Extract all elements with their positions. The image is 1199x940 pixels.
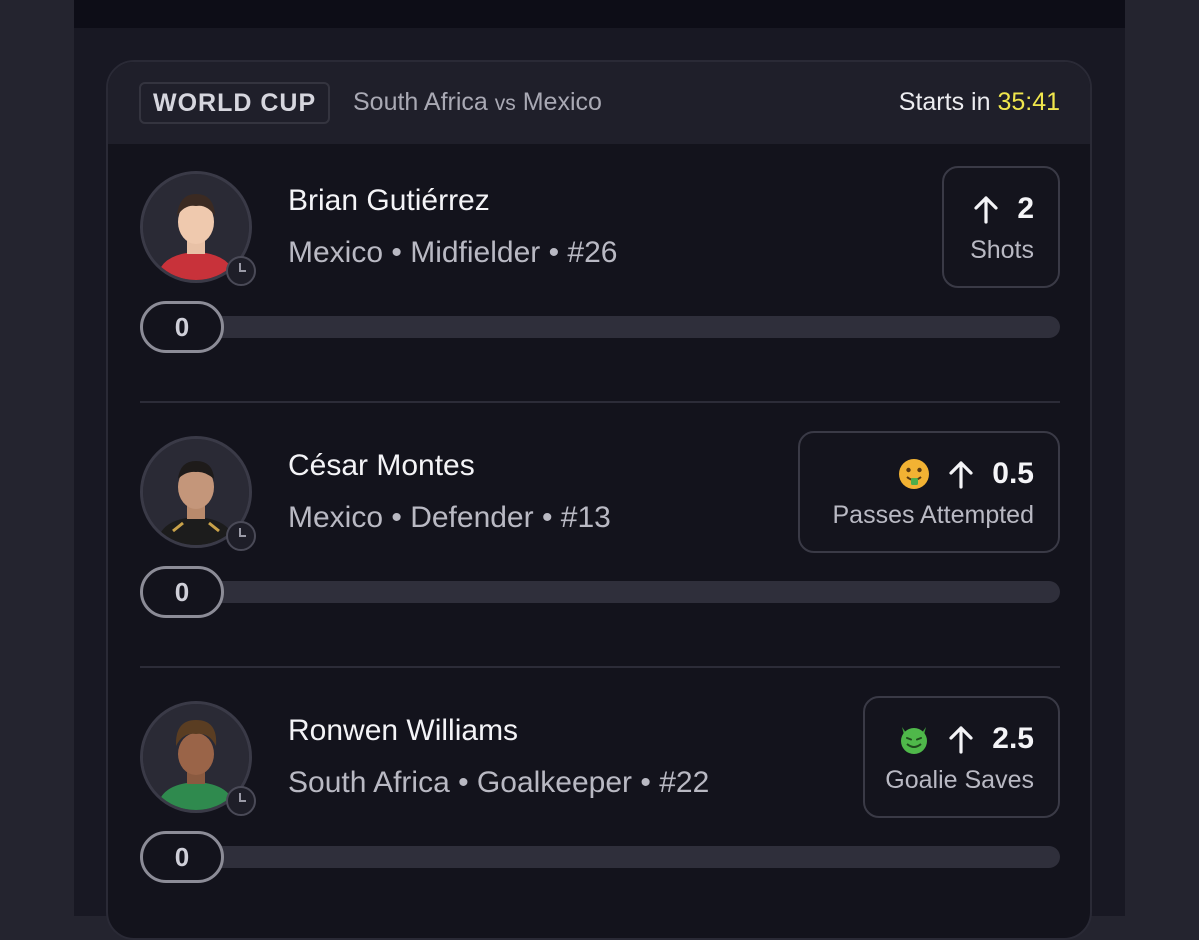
- away-team: Mexico: [522, 88, 602, 116]
- player-meta: Mexico • Midfielder • #26: [288, 236, 618, 269]
- player-row[interactable]: Ronwen Williams South Africa • Goalkeepe…: [140, 674, 1060, 938]
- clock-icon: [226, 786, 256, 816]
- stat-line: 2.5: [898, 722, 1034, 756]
- arrow-up-icon: [949, 461, 973, 489]
- player-meta: South Africa • Goalkeeper • #22: [288, 766, 710, 799]
- player-row[interactable]: Brian Gutiérrez Mexico • Midfielder • #2…: [140, 144, 1060, 409]
- smiling-devil-face-icon: [901, 727, 928, 754]
- starts-label: Starts in: [898, 88, 991, 116]
- stat-value: 2: [1017, 192, 1034, 225]
- progress-track: [180, 581, 1060, 603]
- player-row[interactable]: César Montes Mexico • Defender • #13 0.5: [140, 409, 1060, 674]
- stat-value: 0.5: [992, 457, 1034, 490]
- clock-icon: [226, 521, 256, 551]
- player-name: Brian Gutiérrez: [288, 184, 490, 217]
- stat-line: 0.5: [898, 457, 1034, 491]
- match-card: WORLD CUP South Africa vs Mexico Starts …: [106, 60, 1092, 940]
- stat-value: 2.5: [992, 722, 1034, 755]
- arrow-up-icon: [949, 726, 973, 754]
- stat-line-card[interactable]: 0.5 Passes Attempted: [798, 431, 1060, 553]
- stat-line-card[interactable]: 2 Shots: [942, 166, 1060, 288]
- clock-icon: [226, 256, 256, 286]
- stat-line: 2: [973, 192, 1034, 226]
- top-bar: [74, 0, 1125, 28]
- app-shell: WORLD CUP South Africa vs Mexico Starts …: [74, 0, 1125, 940]
- player-name: César Montes: [288, 449, 475, 482]
- player-meta: Mexico • Defender • #13: [288, 501, 611, 534]
- progress-track: [180, 316, 1060, 338]
- stat-line-card[interactable]: 2.5 Goalie Saves: [863, 696, 1060, 818]
- money-mouth-face-icon: [899, 459, 930, 489]
- stat-label: Shots: [970, 236, 1034, 264]
- arrow-up-icon: [974, 196, 998, 224]
- stat-count-pill: 0: [140, 301, 224, 353]
- stat-label: Passes Attempted: [832, 501, 1034, 529]
- stat-count-pill: 0: [140, 566, 224, 618]
- row-divider: [140, 666, 1060, 668]
- stat-label: Goalie Saves: [885, 766, 1034, 794]
- countdown-timer: 35:41: [997, 88, 1060, 116]
- match-title: South Africa vs Mexico: [353, 88, 602, 117]
- vs-label: vs: [494, 92, 516, 115]
- progress-track: [180, 846, 1060, 868]
- stat-count-pill: 0: [140, 831, 224, 883]
- start-countdown: Starts in 35:41: [899, 88, 1060, 117]
- league-badge: WORLD CUP: [139, 82, 331, 124]
- match-header: WORLD CUP South Africa vs Mexico Starts …: [108, 62, 1090, 144]
- player-name: Ronwen Williams: [288, 714, 519, 747]
- row-divider: [140, 401, 1060, 403]
- home-team: South Africa: [353, 88, 488, 116]
